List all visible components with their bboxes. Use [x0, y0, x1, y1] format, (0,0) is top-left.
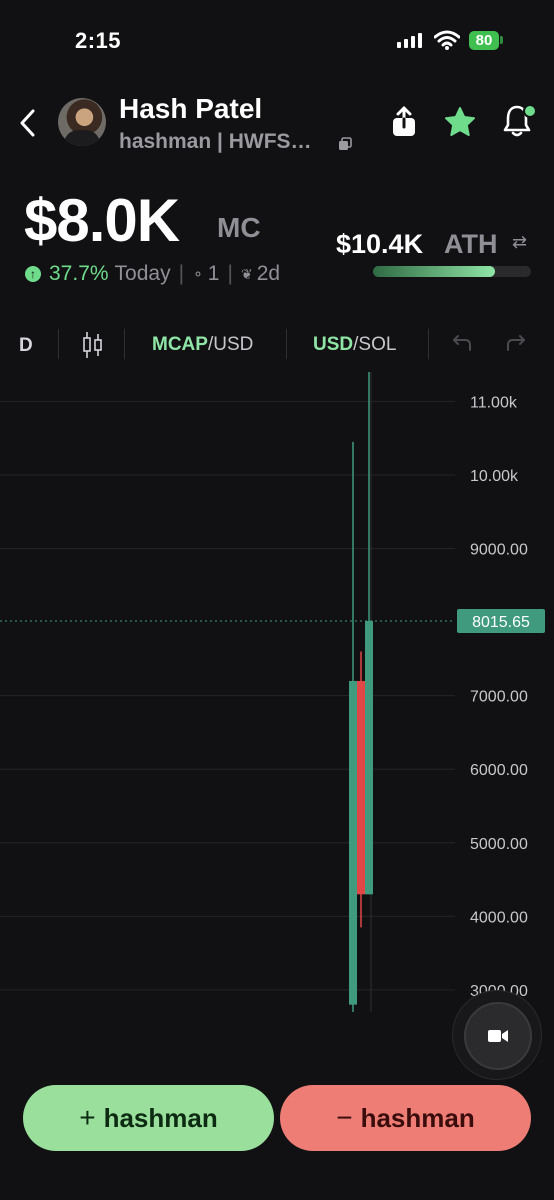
undo-icon[interactable]: [452, 334, 472, 352]
buy-button[interactable]: + hashman: [23, 1085, 274, 1151]
y-tick-label: 10.00k: [470, 468, 519, 485]
battery-icon: 80: [469, 31, 499, 50]
ath-label: ATH: [444, 229, 498, 259]
minus-icon: −: [336, 1102, 353, 1133]
profile-name: Hash Patel: [119, 93, 263, 124]
video-button[interactable]: [452, 990, 542, 1080]
back-icon[interactable]: [18, 108, 38, 138]
change-label: Today: [114, 262, 171, 285]
divider: |: [227, 262, 233, 285]
token-age: 2d: [256, 262, 281, 285]
battery-tip: [500, 36, 503, 44]
price-change-row: ↑ 37.7% Today | ⚬ 1 | ❦ 2d: [25, 262, 280, 286]
candle-body: [349, 680, 357, 1005]
buy-label: hashman: [103, 1102, 218, 1133]
copy-icon[interactable]: [338, 137, 352, 151]
sprout-icon: ❦: [240, 265, 253, 282]
sell-button[interactable]: − hashman: [280, 1085, 531, 1151]
status-time: 2:15: [75, 28, 122, 53]
divider: |: [178, 262, 185, 285]
cellular-signal-icon: [397, 33, 422, 48]
candle-body: [357, 680, 365, 895]
y-tick-label: 6000.00: [470, 762, 528, 779]
toolbar-divider: [428, 329, 429, 359]
interval-selector[interactable]: D: [19, 335, 33, 357]
ath-progress-fill: [373, 266, 495, 277]
toolbar-divider: [124, 329, 125, 359]
holders-count: 1: [207, 262, 220, 285]
redo-icon[interactable]: [506, 334, 526, 352]
change-percent: 37.7%: [49, 262, 109, 285]
usd-sol-toggle[interactable]: USD/SOL: [313, 334, 396, 356]
market-cap-value: $8.0K: [24, 187, 180, 254]
share-icon[interactable]: [390, 106, 418, 138]
y-tick-label: 11.00k: [470, 394, 518, 411]
market-cap-unit: MC: [217, 212, 261, 243]
candle-body: [365, 620, 373, 895]
video-camera-icon: [488, 1030, 508, 1042]
toolbar-divider: [58, 329, 59, 359]
mcap-suffix: /USD: [207, 334, 254, 355]
toolbar-divider: [286, 329, 287, 359]
candlestick-icon[interactable]: [82, 331, 104, 359]
swap-icon[interactable]: ⇄: [512, 232, 527, 253]
star-icon[interactable]: [444, 106, 476, 138]
usd-suffix: /SOL: [353, 334, 397, 355]
holders-icon: ⚬: [192, 265, 204, 282]
ath-progress-bar: [373, 266, 531, 277]
arrow-up-icon: ↑: [25, 266, 41, 282]
y-tick-label: 5000.00: [470, 836, 528, 853]
current-price-label: 8015.65: [472, 614, 530, 631]
wifi-icon: [434, 30, 460, 50]
usd-label: USD: [313, 334, 354, 355]
ath-value: $10.4K: [336, 229, 424, 259]
profile-subtitle: hashman | HWFS…: [119, 130, 312, 153]
mcap-label: MCAP: [152, 334, 208, 355]
y-tick-label: 4000.00: [470, 909, 528, 926]
y-tick-label: 7000.00: [470, 689, 528, 706]
plus-icon: +: [79, 1102, 96, 1133]
notification-dot: [523, 104, 537, 118]
avatar[interactable]: [58, 98, 106, 146]
price-chart[interactable]: 11.00k 10.00k 9000.00 7000.00 6000.00 5000.00…: [0, 372, 554, 1012]
sell-label: hashman: [360, 1102, 475, 1133]
mcap-usd-toggle[interactable]: MCAP/USD: [152, 334, 253, 356]
y-tick-label: 9000.00: [470, 542, 528, 559]
